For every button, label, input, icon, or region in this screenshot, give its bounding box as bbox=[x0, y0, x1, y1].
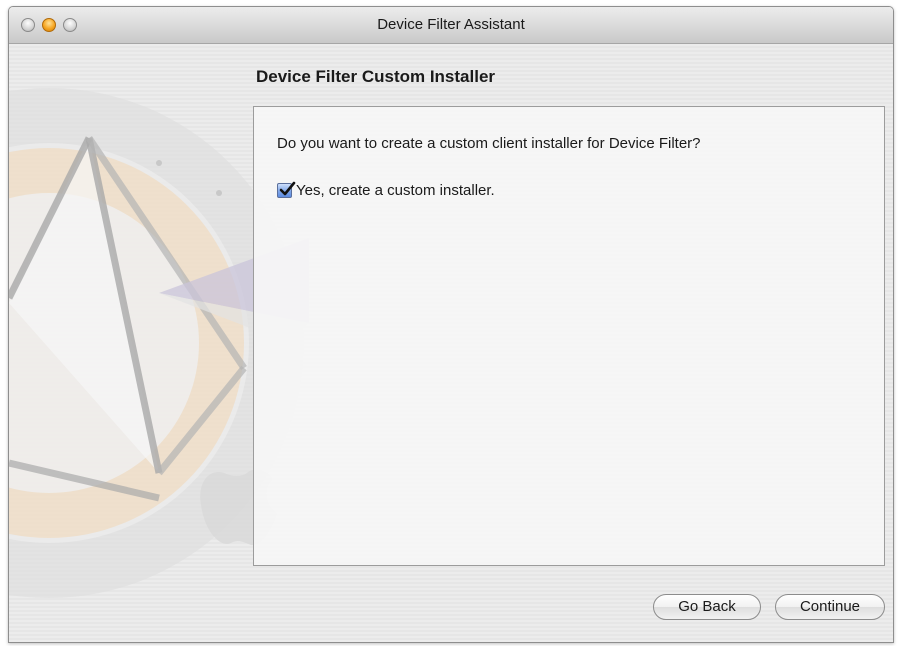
window-title: Device Filter Assistant bbox=[377, 16, 525, 33]
continue-button[interactable]: Continue bbox=[775, 594, 885, 620]
question-text: Do you want to create a custom client in… bbox=[277, 135, 701, 152]
checkmark-icon bbox=[279, 181, 296, 196]
custom-installer-checkbox[interactable] bbox=[277, 181, 296, 198]
go-back-button[interactable]: Go Back bbox=[653, 594, 761, 620]
content-panel: Do you want to create a custom client in… bbox=[253, 106, 885, 566]
title-bar[interactable]: Device Filter Assistant bbox=[9, 7, 893, 44]
custom-installer-checkbox-label[interactable]: Yes, create a custom installer. bbox=[296, 182, 495, 199]
section-title: Device Filter Custom Installer bbox=[256, 67, 496, 86]
custom-installer-checkbox-row[interactable]: Yes, create a custom installer. bbox=[277, 181, 495, 199]
assistant-window: Device Filter Assistant Device Filter Cu… bbox=[8, 6, 894, 643]
